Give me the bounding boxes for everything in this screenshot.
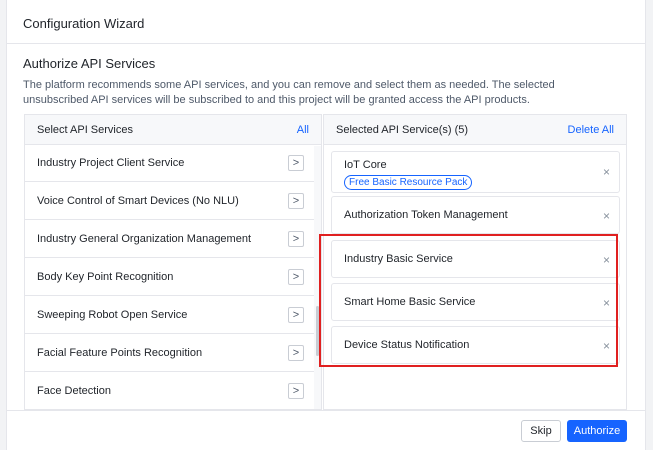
- list-item[interactable]: Sweeping Robot Open Service >: [25, 296, 316, 334]
- scrollbar-thumb[interactable]: [316, 306, 319, 356]
- selected-api-services-panel: Selected API Service(s) (5) Delete All I…: [323, 114, 627, 410]
- skip-button[interactable]: Skip: [521, 420, 561, 442]
- list-item[interactable]: Facial Feature Points Recognition >: [25, 334, 316, 372]
- right-panel-title: Selected API Service(s) (5): [336, 123, 469, 136]
- chevron-right-icon: >: [292, 194, 300, 207]
- right-panel-header: Selected API Service(s) (5) Delete All: [324, 115, 626, 145]
- free-resource-tag: Free Basic Resource Pack: [344, 175, 473, 190]
- dialog-title: Configuration Wizard: [7, 0, 645, 44]
- service-label: Sweeping Robot Open Service: [37, 308, 188, 321]
- close-icon[interactable]: ×: [603, 165, 610, 179]
- add-service-button[interactable]: >: [288, 192, 304, 209]
- service-label: Facial Feature Points Recognition: [37, 346, 203, 359]
- selected-service-label: Device Status Notification: [344, 339, 470, 351]
- list-item[interactable]: Body Key Point Recognition >: [25, 258, 316, 296]
- add-service-button[interactable]: >: [288, 306, 304, 323]
- chevron-right-icon: >: [292, 232, 300, 245]
- service-label: Industry General Organization Management: [37, 232, 252, 245]
- selected-service-card: Device Status Notification ×: [331, 326, 620, 364]
- selected-service-card: Authorization Token Management ×: [331, 196, 620, 234]
- authorize-button[interactable]: Authorize: [567, 420, 627, 442]
- close-icon[interactable]: ×: [603, 296, 610, 310]
- selected-service-label: Industry Basic Service: [344, 253, 453, 265]
- available-services-list[interactable]: Industry Project Client Service > Voice …: [25, 146, 316, 409]
- chevron-right-icon: >: [292, 156, 300, 169]
- add-service-button[interactable]: >: [288, 382, 304, 399]
- list-item[interactable]: Face Detection >: [25, 372, 316, 409]
- left-panel-header: Select API Services All: [25, 115, 321, 145]
- selected-service-card: Industry Basic Service ×: [331, 240, 620, 278]
- add-service-button[interactable]: >: [288, 154, 304, 171]
- service-label: Face Detection: [37, 384, 111, 397]
- service-label: Industry Project Client Service: [37, 156, 185, 169]
- left-list-scrollbar[interactable]: [314, 146, 321, 409]
- service-label: Body Key Point Recognition: [37, 270, 174, 283]
- close-icon[interactable]: ×: [603, 253, 610, 267]
- selected-service-label: IoT Core: [344, 159, 387, 171]
- configuration-wizard-dialog: Configuration Wizard Authorize API Servi…: [6, 0, 646, 450]
- list-item[interactable]: Industry General Organization Management…: [25, 220, 316, 258]
- add-service-button[interactable]: >: [288, 230, 304, 247]
- selected-service-card: IoT Core Free Basic Resource Pack ×: [331, 151, 620, 193]
- select-api-services-panel: Select API Services All Industry Project…: [24, 114, 322, 410]
- service-label: Voice Control of Smart Devices (No NLU): [37, 194, 239, 207]
- chevron-right-icon: >: [292, 346, 300, 359]
- selected-service-label: Smart Home Basic Service: [344, 296, 476, 308]
- delete-all-link[interactable]: Delete All: [568, 124, 614, 136]
- selected-service-card: Smart Home Basic Service ×: [331, 283, 620, 321]
- selected-service-label: Authorization Token Management: [344, 209, 508, 221]
- chevron-right-icon: >: [292, 384, 300, 397]
- close-icon[interactable]: ×: [603, 339, 610, 353]
- chevron-right-icon: >: [292, 308, 300, 321]
- section-title: Authorize API Services: [23, 56, 156, 71]
- list-item[interactable]: Industry Project Client Service >: [25, 146, 316, 182]
- add-service-button[interactable]: >: [288, 268, 304, 285]
- close-icon[interactable]: ×: [603, 209, 610, 223]
- left-panel-title: Select API Services: [37, 123, 133, 136]
- add-service-button[interactable]: >: [288, 344, 304, 361]
- section-description: The platform recommends some API service…: [23, 79, 555, 106]
- dialog-footer: Skip Authorize: [7, 410, 645, 450]
- list-item[interactable]: Voice Control of Smart Devices (No NLU) …: [25, 182, 316, 220]
- select-all-link[interactable]: All: [297, 124, 309, 136]
- chevron-right-icon: >: [292, 270, 300, 283]
